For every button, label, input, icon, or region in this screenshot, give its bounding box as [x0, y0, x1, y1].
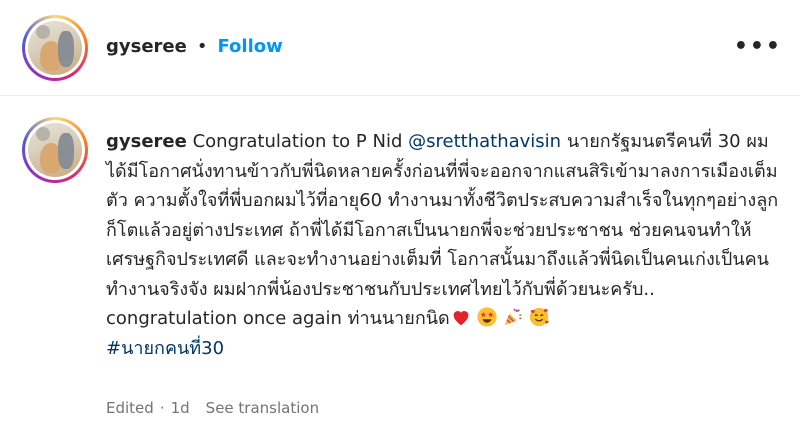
username-link[interactable]: gyseree [106, 36, 187, 57]
post-header: gyseree • Follow ••• [0, 0, 800, 96]
see-translation-button[interactable]: See translation [206, 399, 319, 417]
header-text: gyseree • Follow [106, 36, 283, 57]
post-age[interactable]: 1d [171, 399, 190, 417]
follow-button[interactable]: Follow [217, 36, 282, 57]
separator-dot: • [196, 36, 208, 57]
avatar[interactable] [22, 15, 88, 81]
edited-label: Edited [106, 399, 154, 417]
avatar-photo-shape [36, 25, 50, 39]
meta-separator: · [159, 399, 165, 417]
avatar[interactable] [22, 117, 88, 183]
avatar-photo-shape [36, 127, 50, 141]
caption-area: gyseree Congratulation to P Nid @srettha… [0, 97, 800, 444]
red-heart-icon [453, 311, 469, 326]
avatar-border [25, 18, 85, 78]
post-meta: Edited · 1d See translation [106, 399, 319, 417]
emoji-group [450, 306, 550, 328]
avatar-photo [28, 21, 82, 75]
smiling-face-with-hearts-icon [529, 307, 549, 327]
hashtag-link[interactable]: #นายกคนที่30 [106, 338, 224, 359]
star-struck-face-icon [477, 307, 497, 327]
avatar-photo-shape [58, 133, 74, 169]
party-popper-icon [504, 308, 522, 326]
caption-username-link[interactable]: gyseree [106, 131, 187, 152]
more-options-icon[interactable]: ••• [734, 34, 782, 59]
caption-body: นายกรัฐมนตรีคนที่ 30 ผมได้มีโอกาศนั่งทาน… [106, 131, 779, 329]
avatar-photo-shape [58, 31, 74, 67]
caption-text-intro: Congratulation to P Nid [192, 131, 403, 152]
mention-link[interactable]: @sretthathavisin [408, 131, 561, 152]
avatar-border [25, 120, 85, 180]
avatar-photo [28, 123, 82, 177]
caption-text: gyseree Congratulation to P Nid @srettha… [106, 127, 786, 363]
